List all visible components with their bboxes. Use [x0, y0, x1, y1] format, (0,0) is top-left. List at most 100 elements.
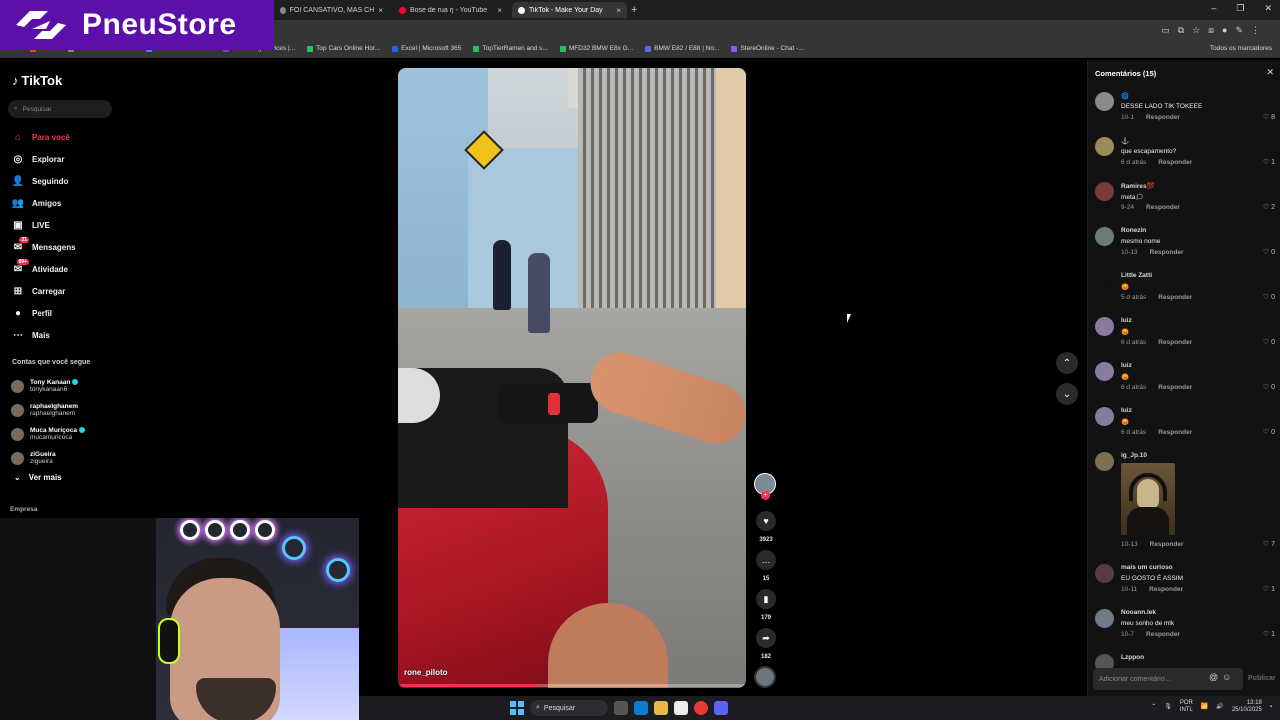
comment-like[interactable]: ♡ 0 — [1263, 293, 1275, 302]
browser-tab[interactable]: FOI CANSATIVO, MAS CHEGAM× — [274, 2, 389, 18]
avatar[interactable] — [1095, 137, 1114, 156]
translate-icon[interactable]: ⧉ — [1178, 25, 1184, 36]
previous-video-button[interactable]: ⌃ — [1056, 352, 1078, 374]
video-player[interactable]: rone_piloto — [398, 68, 746, 688]
avatar[interactable] — [1095, 182, 1114, 201]
reply-button[interactable]: Responder — [1149, 586, 1183, 593]
edge-icon[interactable] — [634, 701, 648, 715]
file-explorer-icon[interactable] — [654, 701, 668, 715]
search-input[interactable]: ⌕ Pesquisar — [8, 100, 112, 118]
bookmark-item[interactable]: TopTierRamen and s... — [473, 45, 548, 52]
video-progress-bar[interactable] — [398, 684, 746, 687]
bookmark-item[interactable]: StereOnline - Chat -... — [731, 45, 804, 52]
nav-item-upload[interactable]: ⊞ Carregar — [12, 280, 76, 302]
nav-item-home[interactable]: ⌂ Para você — [12, 126, 76, 148]
microphone-icon[interactable]: 🎙 — [1164, 703, 1172, 710]
nav-item-messages[interactable]: ✉ 21 Mensagens — [12, 236, 76, 258]
comment-username[interactable]: mais um curioso — [1121, 564, 1173, 571]
nav-item-profile[interactable]: ● Perfil — [12, 302, 76, 324]
comment-username[interactable]: Lzppon — [1121, 654, 1144, 661]
task-view-icon[interactable] — [614, 701, 628, 715]
tray-chevron-up-icon[interactable]: ⌃ — [1151, 703, 1156, 710]
cast-icon[interactable]: ▭ — [1161, 25, 1170, 36]
avatar[interactable] — [1095, 407, 1114, 426]
notification-icon[interactable]: ▪ — [1270, 704, 1272, 710]
following-item[interactable]: Tony Kanaan tonykanaan6 — [11, 374, 85, 398]
all-bookmarks[interactable]: Todos os marcadores — [1210, 45, 1272, 52]
comment-username[interactable]: Ramires💯 — [1121, 182, 1155, 190]
following-item[interactable]: raphaelghanem raphaelghanem — [11, 398, 85, 422]
avatar[interactable] — [1095, 92, 1114, 111]
comment-username[interactable]: Little Zatti — [1121, 272, 1152, 279]
tab-close-icon[interactable]: × — [497, 6, 502, 15]
comment-like[interactable]: ♡ 1 — [1263, 158, 1275, 167]
reply-button[interactable]: Responder — [1150, 541, 1184, 548]
comment-like[interactable]: ♡ 7 — [1263, 540, 1275, 549]
volume-icon[interactable]: 🔊 — [1216, 703, 1223, 710]
chrome-icon[interactable] — [694, 701, 708, 715]
browser-tab[interactable]: Bose de rua rj - YouTube × — [393, 2, 508, 18]
new-tab-button[interactable]: + — [631, 4, 637, 16]
comment-like[interactable]: ♡ 0 — [1263, 428, 1275, 437]
minimize-icon[interactable]: – — [1211, 3, 1216, 14]
tab-close-icon[interactable]: × — [378, 6, 383, 15]
video-username[interactable]: rone_piloto — [404, 668, 448, 677]
see-more-button[interactable]: ⌄ Ver mais — [14, 473, 62, 482]
discord-icon[interactable] — [714, 701, 728, 715]
comment-like[interactable]: ♡ 0 — [1263, 338, 1275, 347]
comment-like[interactable]: ♡ 1 — [1263, 585, 1275, 594]
comment-like[interactable]: ♡ 8 — [1263, 113, 1275, 122]
pen-icon[interactable]: ✎ — [1235, 25, 1243, 36]
comment-username[interactable]: Ronezin — [1121, 227, 1146, 234]
post-comment-button[interactable]: Publicar — [1248, 675, 1276, 682]
bookmark-item[interactable]: Excel | Microsoft 365 — [392, 45, 461, 52]
bookmark-item[interactable]: MFD32 BMW E8x G... — [559, 45, 633, 52]
menu-icon[interactable]: ⋮ — [1251, 25, 1260, 36]
reply-button[interactable]: Responder — [1158, 429, 1192, 436]
avatar[interactable] — [1095, 564, 1114, 583]
comment-username[interactable]: luiz — [1121, 407, 1132, 414]
follow-plus-icon[interactable]: + — [761, 491, 770, 500]
comment-username[interactable]: 🌀 — [1121, 92, 1129, 100]
reply-button[interactable]: Responder — [1158, 339, 1192, 346]
network-icon[interactable]: 📶 — [1201, 703, 1208, 710]
avatar[interactable] — [1095, 609, 1114, 628]
avatar[interactable] — [1095, 272, 1114, 291]
maximize-icon[interactable]: ❐ — [1236, 3, 1244, 14]
mention-icon[interactable]: @ — [1209, 672, 1218, 682]
comment-username[interactable]: ig_Jp.10 — [1121, 452, 1147, 459]
nav-item-following[interactable]: 👤 Seguindo — [12, 170, 76, 192]
music-disc-icon[interactable] — [754, 666, 776, 688]
bookmark-item[interactable]: Top Cars Online Hor... — [307, 45, 380, 52]
comment-username[interactable]: luiz — [1121, 317, 1132, 324]
comment-icon[interactable]: … — [756, 550, 776, 570]
next-video-button[interactable]: ⌄ — [1056, 383, 1078, 405]
bookmark-icon[interactable]: ▮ — [756, 589, 776, 609]
tiktok-logo[interactable]: ♪ TikTok — [12, 73, 62, 88]
reply-button[interactable]: Responder — [1158, 159, 1192, 166]
share-icon[interactable]: ➦ — [756, 628, 776, 648]
comment-username[interactable]: ⚓ — [1121, 137, 1129, 145]
browser-tab[interactable]: TikTok - Make Your Day × — [512, 2, 627, 18]
taskbar-search[interactable]: ⌕ Pesquisar — [530, 700, 608, 716]
comment-like[interactable]: ♡ 0 — [1263, 383, 1275, 392]
windows-start-icon[interactable] — [510, 701, 524, 715]
reply-button[interactable]: Responder — [1150, 249, 1184, 256]
taskbar-clock[interactable]: 13:18 25/10/2025 — [1232, 700, 1262, 714]
reply-button[interactable]: Responder — [1146, 114, 1180, 121]
comment-like[interactable]: ♡ 1 — [1263, 630, 1275, 639]
profile-icon[interactable]: ● — [1222, 25, 1227, 36]
comment-like[interactable]: ♡ 0 — [1263, 248, 1275, 257]
star-icon[interactable]: ☆ — [1192, 25, 1200, 36]
reply-button[interactable]: Responder — [1146, 204, 1180, 211]
avatar[interactable] — [1095, 452, 1114, 471]
nav-item-compass[interactable]: ◎ Explorar — [12, 148, 76, 170]
comment-username[interactable]: luiz — [1121, 362, 1132, 369]
avatar[interactable] — [1095, 362, 1114, 381]
bookmark-item[interactable]: BMW E82 / E88 | No... — [645, 45, 719, 52]
avatar[interactable] — [1095, 227, 1114, 246]
following-item[interactable]: Muca Muriçoca mucamuricoca — [11, 422, 85, 446]
nav-item-more[interactable]: ⋯ Mais — [12, 324, 76, 346]
comment-like[interactable]: ♡ 2 — [1263, 203, 1275, 212]
emoji-icon[interactable]: ☺ — [1222, 672, 1231, 682]
